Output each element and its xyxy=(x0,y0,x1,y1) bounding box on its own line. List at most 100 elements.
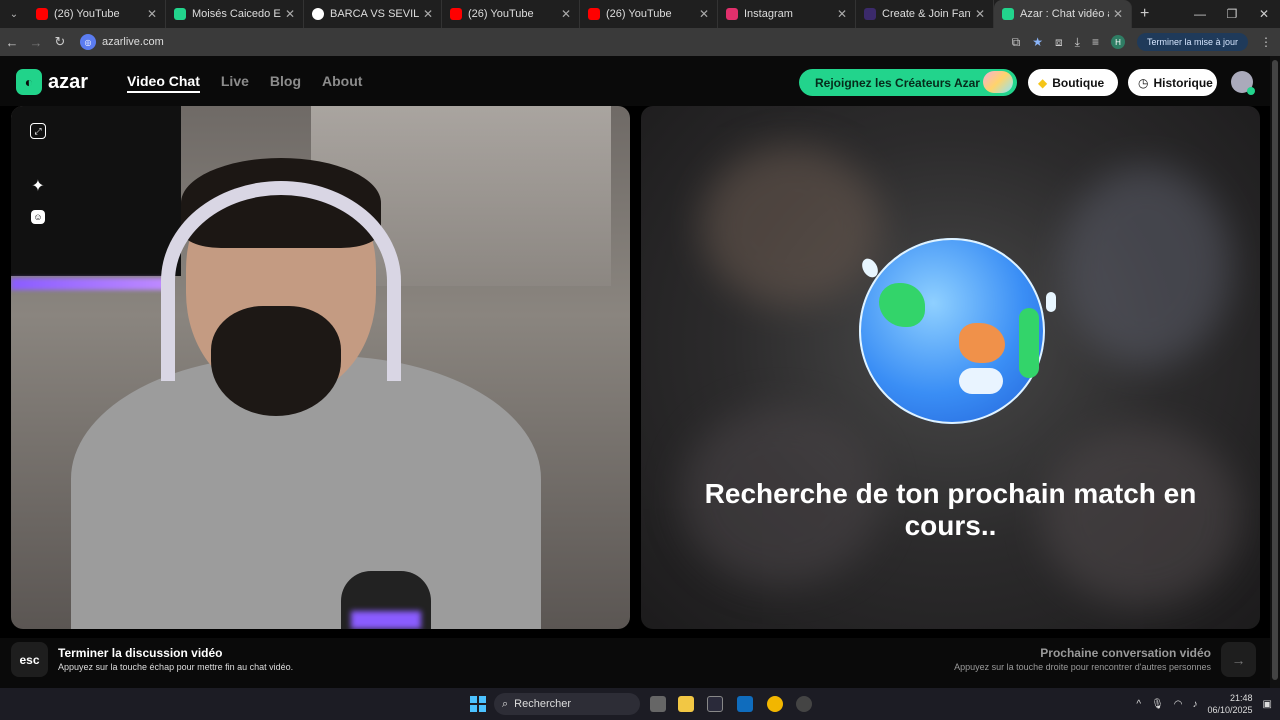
browser-tab[interactable]: (26) YouTube ✕ xyxy=(28,0,166,28)
back-icon[interactable]: ← xyxy=(0,35,24,50)
store-icon[interactable] xyxy=(707,696,723,712)
close-tab-icon[interactable]: ✕ xyxy=(285,7,295,21)
volume-icon[interactable]: ♪ xyxy=(1193,699,1198,710)
tab-title: Create & Join Fantasy Foo xyxy=(882,8,971,20)
url-text: azarlive.com xyxy=(102,36,164,48)
browser-tab-bar: ⌄ (26) YouTube ✕ Moisés Caicedo EA FC 26… xyxy=(0,0,1280,28)
end-chat-title: Terminer la discussion vidéo xyxy=(58,646,223,660)
match-video: Recherche de ton prochain match en cours… xyxy=(641,106,1260,629)
outlook-icon[interactable] xyxy=(737,696,753,712)
bookmark-star-icon[interactable]: ★ xyxy=(1032,35,1043,49)
nav-video-chat[interactable]: Video Chat xyxy=(127,73,200,93)
system-tray: ^ 🎙 ◠ ♪ 21:48 06/10/2025 ▣ xyxy=(1136,688,1272,720)
cast-icon[interactable]: ⧉ xyxy=(1012,35,1021,50)
close-tab-icon[interactable]: ✕ xyxy=(423,7,433,21)
browser-tab[interactable]: Instagram ✕ xyxy=(718,0,856,28)
globe-cloud xyxy=(959,368,1003,394)
reload-icon[interactable]: ↻ xyxy=(48,34,72,50)
browser-tab[interactable]: (26) YouTube ✕ xyxy=(580,0,718,28)
browser-tab[interactable]: Create & Join Fantasy Foo ✕ xyxy=(856,0,994,28)
historique-label: Historique xyxy=(1153,75,1213,90)
keyboard-hints: esc Terminer la discussion vidéo Appuyez… xyxy=(0,638,1270,688)
task-view-icon[interactable] xyxy=(650,696,666,712)
new-tab-icon[interactable]: + xyxy=(1140,5,1149,23)
close-tab-icon[interactable]: ✕ xyxy=(699,7,709,21)
search-icon: ⌕ xyxy=(502,697,509,710)
page-scrollbar[interactable] xyxy=(1270,56,1280,688)
globe-land xyxy=(879,283,925,327)
taskbar-search[interactable]: ⌕ Rechercher xyxy=(494,693,640,715)
browser-tab[interactable]: Moisés Caicedo EA FC 26 ✕ xyxy=(166,0,304,28)
boutique-label: Boutique xyxy=(1052,75,1105,90)
notification-icon[interactable]: ▣ xyxy=(1263,699,1272,710)
minimize-icon[interactable]: — xyxy=(1184,0,1216,28)
searching-match-text: Recherche de ton prochain match en cours… xyxy=(704,478,1197,541)
site-info-icon[interactable]: ◎ xyxy=(80,34,96,50)
microphone-icon[interactable]: 🎙 xyxy=(1151,699,1164,710)
file-explorer-icon[interactable] xyxy=(678,696,694,712)
close-tab-icon[interactable]: ✕ xyxy=(837,7,847,21)
maximize-icon[interactable]: ❐ xyxy=(1216,0,1248,28)
site-icon xyxy=(174,8,186,20)
logo-text: azar xyxy=(48,70,89,93)
azar-logo-icon: ◐ xyxy=(16,69,42,95)
boutique-button[interactable]: ◆ Boutique xyxy=(1028,69,1118,96)
user-avatar[interactable] xyxy=(1231,71,1255,95)
nav-blog[interactable]: Blog xyxy=(270,73,301,93)
address-bar: ← → ↻ ◎ azarlive.com ⧉ ★ ⧈ ⤓ ≡ H Termine… xyxy=(0,28,1280,56)
browser-tab-active[interactable]: Azar : Chat vidéo ave ✕ xyxy=(994,0,1132,28)
close-tab-icon[interactable]: ✕ xyxy=(147,7,157,21)
profile-avatar[interactable]: H xyxy=(1110,35,1125,49)
forward-icon[interactable]: → xyxy=(24,35,48,50)
extensions-icon[interactable]: ⧈ xyxy=(1055,35,1063,50)
wifi-icon[interactable]: ◠ xyxy=(1174,699,1183,710)
clock-icon: ◷ xyxy=(1138,75,1149,90)
app-icon[interactable] xyxy=(796,696,812,712)
tray-chevron-icon[interactable]: ^ xyxy=(1136,699,1141,710)
chrome-icon[interactable] xyxy=(767,696,783,712)
download-icon[interactable]: ⤓ xyxy=(1075,35,1080,50)
instagram-icon xyxy=(726,8,738,20)
clock-date: 06/10/2025 xyxy=(1207,705,1253,715)
close-tab-icon[interactable]: ✕ xyxy=(975,7,985,21)
creators-decoration-icon xyxy=(983,71,1013,93)
blurred-background xyxy=(1061,166,1231,366)
filter-face-icon[interactable]: ☺ xyxy=(31,210,45,224)
url-field[interactable]: ◎ azarlive.com xyxy=(80,34,164,50)
next-chat-subtitle: Appuyez sur la touche droite pour rencon… xyxy=(954,662,1211,672)
browser-tab[interactable]: (26) YouTube ✕ xyxy=(442,0,580,28)
nav-about[interactable]: About xyxy=(322,73,362,93)
media-control-icon[interactable]: ≡ xyxy=(1092,35,1099,49)
more-menu-icon[interactable]: ⋮ xyxy=(1260,35,1272,49)
tab-title: (26) YouTube xyxy=(468,8,534,20)
youtube-icon xyxy=(450,8,462,20)
clock-time: 21:48 xyxy=(1230,693,1253,703)
close-tab-icon[interactable]: ✕ xyxy=(561,7,571,21)
browser-tab[interactable]: BARCA VS SEVILLE 4 1 - R ✕ xyxy=(304,0,442,28)
tab-title: Instagram xyxy=(744,8,793,20)
creators-label: Rejoignez les Créateurs Azar xyxy=(815,75,980,90)
scrollbar-thumb[interactable] xyxy=(1272,60,1278,680)
historique-button[interactable]: ◷ Historique xyxy=(1128,69,1217,96)
globe-orbit-dot xyxy=(1046,292,1056,312)
join-creators-button[interactable]: Rejoignez les Créateurs Azar xyxy=(799,69,1017,96)
main-nav: Video Chat Live Blog About xyxy=(127,73,362,93)
azar-icon xyxy=(1002,8,1014,20)
expand-icon[interactable]: ⤢ xyxy=(30,123,46,139)
close-tab-icon[interactable]: ✕ xyxy=(1113,7,1123,21)
app-header: ◐ azar Video Chat Live Blog About Rejoig… xyxy=(0,56,1270,106)
blurred-background xyxy=(701,146,881,306)
close-window-icon[interactable]: ✕ xyxy=(1248,0,1280,28)
microphone-light xyxy=(351,611,421,629)
effects-sparkle-icon[interactable]: ✦ xyxy=(27,175,49,197)
windows-start-icon[interactable] xyxy=(470,696,486,712)
globe-land xyxy=(959,323,1005,363)
esc-key-button[interactable]: esc xyxy=(11,642,48,677)
nav-live[interactable]: Live xyxy=(221,73,249,93)
windows-taskbar: ⌕ Rechercher ^ 🎙 ◠ ♪ 21:48 06/10/2025 ▣ xyxy=(0,688,1280,720)
next-arrow-button[interactable]: → xyxy=(1221,642,1256,677)
update-button[interactable]: Terminer la mise à jour xyxy=(1136,33,1248,51)
azar-logo[interactable]: ◐ azar xyxy=(16,69,88,95)
clock[interactable]: 21:48 06/10/2025 xyxy=(1208,692,1253,716)
tab-search-icon[interactable]: ⌄ xyxy=(0,0,28,28)
